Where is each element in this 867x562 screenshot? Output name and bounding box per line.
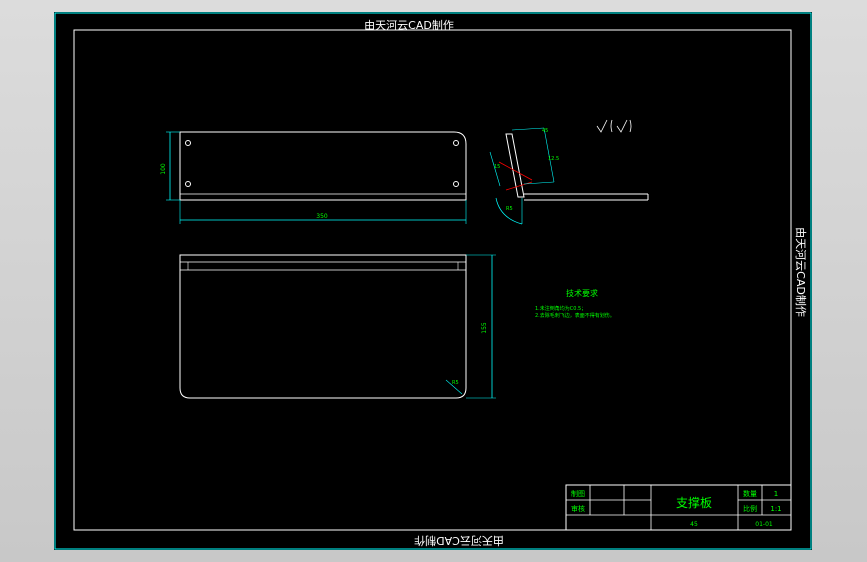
roughness-symbol: [596, 119, 632, 133]
drawing-svg: 由天河云CAD制作 由天河云CAD制作 由天河云CAD制作 100 350 45…: [54, 12, 812, 550]
title-block: 制图 审核 支撑板 数量 比例 1 1:1 45 01-01: [565, 484, 792, 531]
centerline-2: [505, 181, 533, 191]
tech-req-line-2: 2.去除毛刺飞边，表面不得有划伤。: [535, 312, 615, 319]
watermark-bottom: 由天河云CAD制作: [414, 534, 504, 548]
dim-front-height-text: 155: [481, 322, 488, 334]
front-view: 155 R5: [179, 254, 496, 399]
centerline-1: [498, 161, 533, 181]
inner-frame: [73, 29, 792, 531]
hole-bottom-left: [185, 181, 191, 187]
scale-value: 1:1: [770, 505, 781, 513]
material: 45: [690, 521, 698, 528]
label-draw: 制图: [571, 489, 585, 498]
side-view: 45 12.5 15 R5: [489, 127, 649, 225]
technical-requirements: 技术要求 1.未注倒角均为C0.5； 2.去除毛刺飞边，表面不得有划伤。: [535, 288, 615, 319]
label-qty: 数量: [743, 489, 757, 498]
cad-viewer-window: 由天河云CAD制作 由天河云CAD制作 由天河云CAD制作 100 350 45…: [0, 0, 867, 562]
label-scale: 比例: [743, 504, 757, 513]
top-view: 100 350: [160, 131, 467, 224]
label-check: 审核: [571, 504, 585, 513]
dim-length-text: 350: [316, 213, 328, 220]
dim-bend-a: 45: [542, 128, 548, 134]
hole-top-right: [453, 140, 459, 146]
outer-border: [54, 12, 812, 550]
hole-top-left: [185, 140, 191, 146]
front-view-outline: [179, 254, 467, 399]
dim-bend-r: R5: [506, 206, 513, 212]
dim-bend-b: 12.5: [548, 156, 559, 162]
watermark-side: 由天河云CAD制作: [794, 227, 808, 317]
part-name: 支撑板: [676, 495, 712, 510]
tech-req-line-1: 1.未注倒角均为C0.5；: [535, 305, 586, 312]
dim-bend-c: 15: [494, 164, 500, 170]
drawing-canvas[interactable]: 由天河云CAD制作 由天河云CAD制作 由天河云CAD制作 100 350 45…: [54, 12, 812, 550]
dim-height-text: 100: [160, 163, 167, 175]
tech-req-title: 技术要求: [566, 288, 598, 298]
dim-radius-text: R5: [452, 380, 459, 386]
qty-value: 1: [774, 490, 778, 498]
watermark-top: 由天河云CAD制作: [364, 18, 454, 32]
hole-bottom-right: [453, 181, 459, 187]
drawing-number: 01-01: [755, 521, 773, 528]
top-view-outline: [179, 131, 467, 201]
